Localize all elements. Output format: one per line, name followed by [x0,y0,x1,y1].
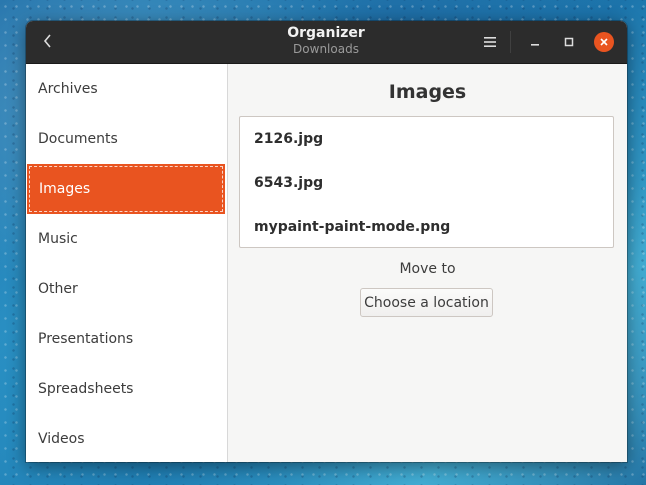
sidebar-item-videos[interactable]: Videos [26,414,227,462]
sidebar-item-label: Documents [38,131,118,147]
sidebar-item-label: Archives [38,81,98,97]
main-panel: Images 2126.jpg 6543.jpg mypaint-paint-m… [228,64,627,462]
sidebar-item-music[interactable]: Music [26,214,227,264]
maximize-button[interactable] [557,30,581,54]
sidebar-item-documents[interactable]: Documents [26,114,227,164]
sidebar-item-label: Music [38,231,78,247]
sidebar-item-other[interactable]: Other [26,264,227,314]
organizer-window: Organizer Downloads Archives Documents I… [26,21,627,462]
sidebar-item-images[interactable]: Images [27,164,225,214]
close-icon [600,38,608,46]
minimize-button[interactable] [523,30,547,54]
sidebar-item-label: Videos [38,431,85,447]
close-circle [594,32,614,52]
header-separator [510,31,511,53]
sidebar-item-spreadsheets[interactable]: Spreadsheets [26,364,227,414]
sidebar-item-label: Presentations [38,331,134,347]
sidebar-item-presentations[interactable]: Presentations [26,314,227,364]
file-list-item[interactable]: 2126.jpg [254,129,323,149]
file-list-item[interactable]: mypaint-paint-mode.png [254,217,450,237]
section-title: Images [388,81,467,103]
menu-button[interactable] [478,30,502,54]
window-title: Organizer [287,25,365,41]
move-to-label: Move to [399,261,456,277]
choose-location-button[interactable]: Choose a location [360,288,493,317]
sidebar-item-label: Images [39,181,91,197]
hamburger-menu-icon [484,37,496,47]
sidebar-item-label: Spreadsheets [38,381,134,397]
back-button[interactable] [34,27,62,55]
close-button[interactable] [592,30,616,54]
sidebar-item-archives[interactable]: Archives [26,64,227,114]
window-subtitle: Downloads [293,42,359,56]
minimize-icon [531,44,539,46]
sidebar: Archives Documents Images Music Other Pr… [26,64,228,462]
chevron-left-icon [43,34,51,48]
file-list-item[interactable]: 6543.jpg [254,173,323,193]
sidebar-item-label: Other [38,281,78,297]
header-bar: Organizer Downloads [26,21,627,64]
title-block: Organizer Downloads [176,25,476,56]
file-list: 2126.jpg 6543.jpg mypaint-paint-mode.png [239,116,614,248]
maximize-icon [564,37,574,47]
